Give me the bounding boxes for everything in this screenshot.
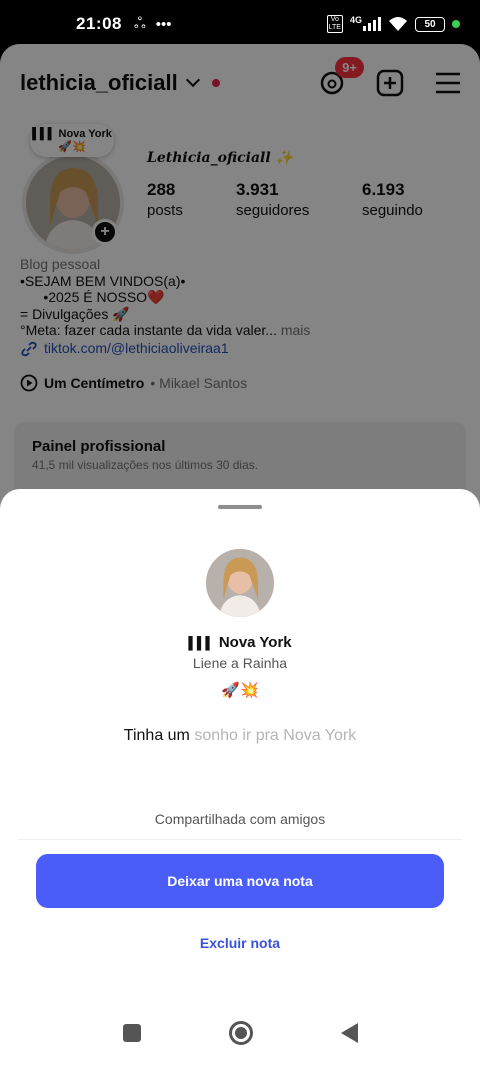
notification-icon: ஃ bbox=[133, 14, 146, 32]
note-song-title: Nova York bbox=[218, 634, 292, 651]
status-time: 21:08 bbox=[76, 14, 122, 33]
network-type: 4G bbox=[349, 15, 362, 25]
lyrics-sung: Tinha um bbox=[123, 727, 190, 744]
lyrics-unsung: sonho ir pra Nova York bbox=[189, 727, 357, 744]
battery-icon: 50 bbox=[415, 16, 445, 32]
note-bottom-sheet: ▌▌▌ Nova York Liene a Rainha 🚀💥 Tinha um… bbox=[0, 489, 480, 1066]
note-song[interactable]: ▌▌▌ Nova York bbox=[0, 634, 480, 651]
audience-label: Compartilhada com amigos bbox=[154, 811, 326, 827]
drag-handle[interactable] bbox=[218, 505, 262, 509]
audio-bars-icon: ▌▌▌ bbox=[188, 635, 214, 650]
divider bbox=[18, 839, 462, 840]
wifi-icon bbox=[389, 17, 407, 31]
delete-note-button[interactable]: Excluir nota bbox=[0, 935, 480, 951]
note-emoji: 🚀💥 bbox=[221, 682, 259, 699]
more-notifications-icon: ••• bbox=[155, 15, 172, 33]
active-indicator-icon bbox=[452, 20, 460, 28]
home-icon[interactable] bbox=[228, 1021, 253, 1045]
status-bar: 21:08 ஃ ••• Vo LTE 4G 50 bbox=[0, 0, 480, 48]
modal-overlay[interactable] bbox=[0, 44, 480, 514]
system-nav-bar bbox=[0, 1000, 480, 1066]
note-song-artist: Liene a Rainha bbox=[192, 655, 288, 671]
volte-icon: Vo LTE bbox=[326, 15, 343, 33]
recent-apps-icon[interactable] bbox=[122, 1024, 141, 1042]
note-avatar bbox=[206, 549, 274, 617]
back-icon[interactable] bbox=[340, 1023, 358, 1043]
new-note-button[interactable]: Deixar uma nova nota bbox=[36, 854, 444, 908]
note-lyrics: Tinha um sonho ir pra Nova York bbox=[0, 727, 480, 745]
signal-icon bbox=[363, 17, 381, 31]
